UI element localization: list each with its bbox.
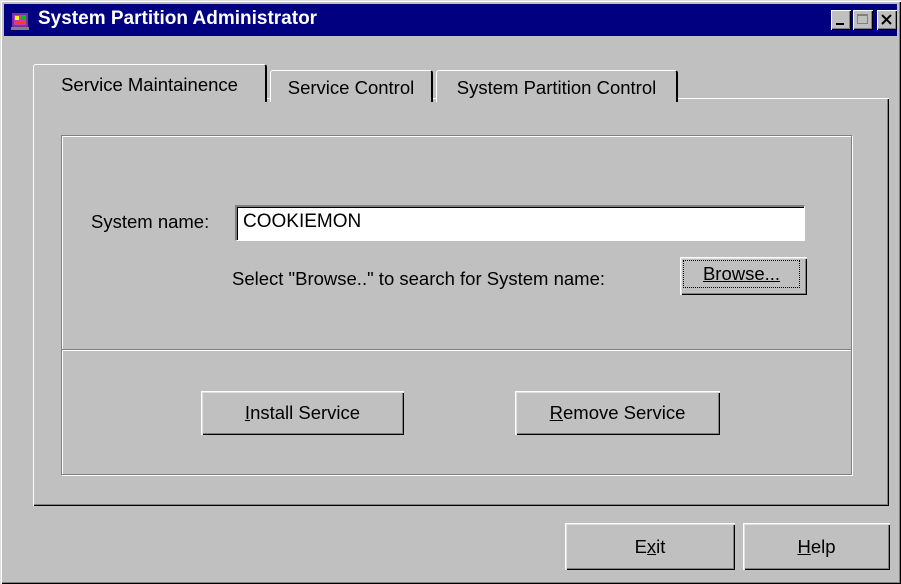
system-name-group [61,135,852,350]
tab-service-control[interactable]: Service Control [270,70,433,102]
window-title: System Partition Administrator [38,8,318,29]
exit-pre: E [634,536,647,557]
help-accel: H [797,536,811,557]
app-window: System Partition Administrator Service M… [0,0,901,584]
close-icon [881,14,892,25]
tab-label: Service Control [287,77,415,98]
close-button[interactable] [877,10,897,30]
exit-button[interactable]: Exit [565,523,735,570]
install-label: nstall Service [250,402,361,423]
minimize-icon [836,23,844,25]
install-service-button[interactable]: Install Service [201,391,404,435]
system-name-input[interactable]: COOKIEMON [235,205,805,241]
system-name-label: System name: [91,211,210,232]
tab-service-maintainence[interactable]: Service Maintainence [33,64,267,102]
tab-system-partition-control[interactable]: System Partition Control [436,70,678,102]
tab-label: System Partition Control [456,77,657,98]
help-button[interactable]: Help [743,523,890,570]
app-icon[interactable] [9,10,31,32]
remove-label: emove Service [563,402,686,423]
browse-hint: Select "Browse.." to search for System n… [232,268,605,289]
title-bar[interactable]: System Partition Administrator [4,4,897,36]
maximize-button[interactable] [853,10,873,30]
browse-label: Browse... [683,260,800,288]
minimize-button[interactable] [831,10,851,30]
remove-accel: R [549,402,563,423]
browse-button[interactable]: Browse... [680,257,807,295]
system-name-value: COOKIEMON [243,211,362,232]
exit-post: it [656,536,666,557]
tab-label: Service Maintainence [61,74,238,95]
help-label: elp [810,536,836,557]
maximize-icon [857,14,868,24]
remove-service-button[interactable]: Remove Service [515,391,720,435]
service-actions-group [61,349,852,475]
exit-accel: x [646,536,657,557]
